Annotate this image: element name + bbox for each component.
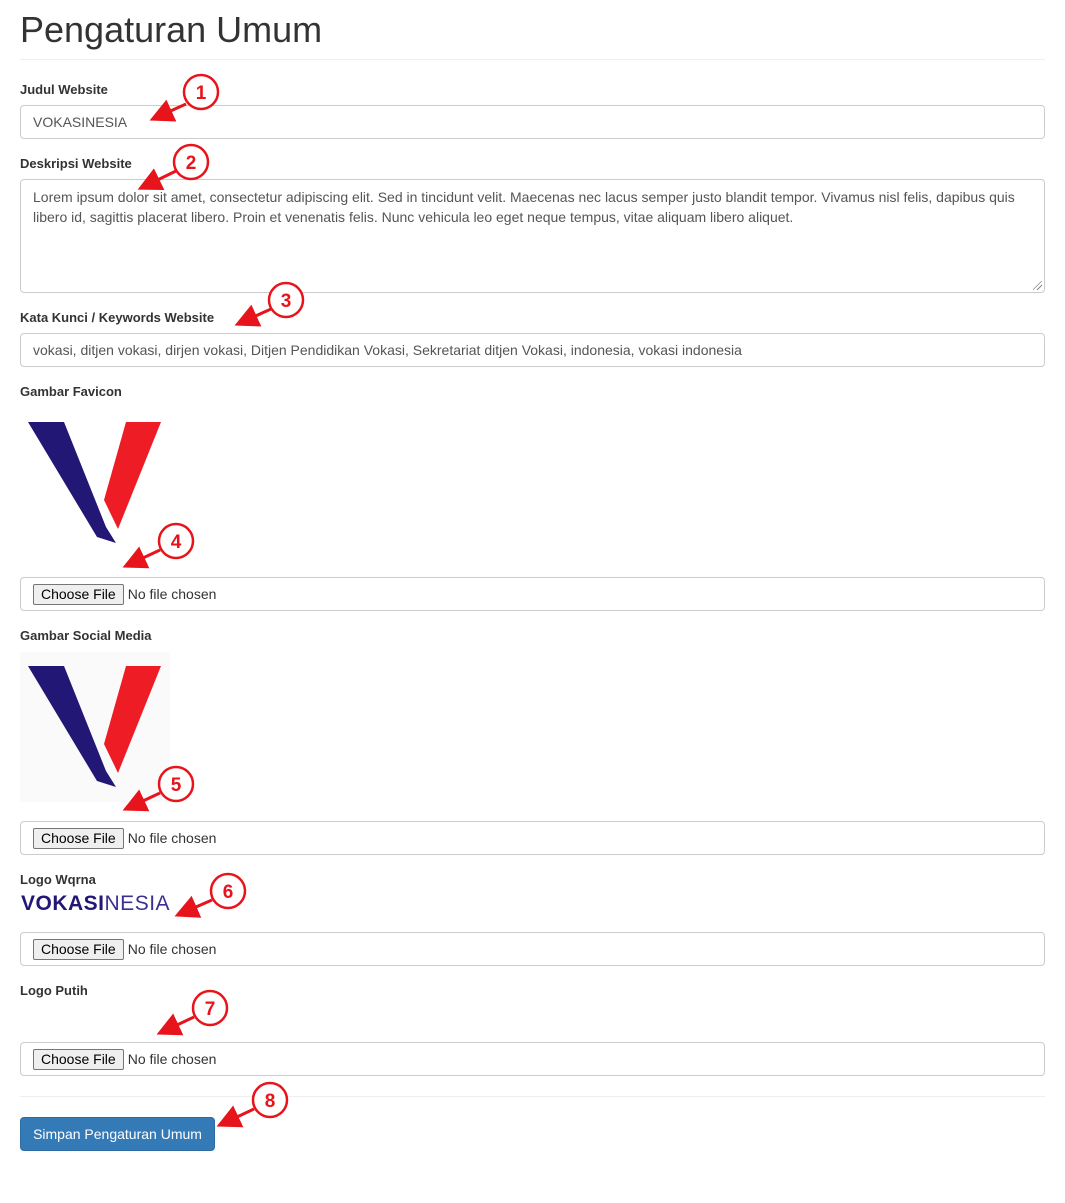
deskripsi-website-text: Lorem ipsum dolor sit amet, consectetur … <box>33 189 1015 225</box>
deskripsi-website-textarea[interactable]: Lorem ipsum dolor sit amet, consectetur … <box>20 179 1045 293</box>
deskripsi-website-label: Deskripsi Website <box>20 156 132 171</box>
judul-website-label: Judul Website <box>20 82 108 97</box>
vokasinesia-wordmark: VOKASINESIA <box>21 892 170 916</box>
vokasi-v-logo-icon <box>28 422 161 543</box>
social-media-choose-file-button[interactable]: Choose File <box>33 827 124 849</box>
logo-putih-file-input[interactable]: Choose File No file chosen <box>20 1042 1045 1076</box>
save-settings-button[interactable]: Simpan Pengaturan Umum <box>20 1117 215 1151</box>
general-settings-page: Pengaturan Umum Judul Website VOKASINESI… <box>20 0 1045 1203</box>
social-media-file-status: No file chosen <box>127 830 217 846</box>
footer-divider <box>20 1096 1045 1097</box>
judul-website-input[interactable]: VOKASINESIA <box>20 105 1045 139</box>
social-media-label: Gambar Social Media <box>20 628 152 643</box>
wordmark-strong: VOKASI <box>21 892 105 915</box>
logo-warna-label: Logo Wqrna <box>20 872 96 887</box>
logo-putih-choose-file-button[interactable]: Choose File <box>33 1048 124 1070</box>
logo-putih-file-status: No file chosen <box>127 1051 217 1067</box>
keywords-label: Kata Kunci / Keywords Website <box>20 310 215 325</box>
logo-warna-file-input[interactable]: Choose File No file chosen <box>20 932 1045 966</box>
favicon-label: Gambar Favicon <box>20 384 122 399</box>
social-media-file-input[interactable]: Choose File No file chosen <box>20 821 1045 855</box>
vokasi-v-logo-icon <box>28 666 161 787</box>
favicon-choose-file-button[interactable]: Choose File <box>33 583 124 605</box>
favicon-file-input[interactable]: Choose File No file chosen <box>20 577 1045 611</box>
social-media-preview <box>20 652 170 802</box>
favicon-file-status: No file chosen <box>127 586 217 602</box>
page-title: Pengaturan Umum <box>20 9 323 50</box>
keywords-input[interactable]: vokasi, ditjen vokasi, dirjen vokasi, Di… <box>20 333 1045 367</box>
favicon-preview <box>20 412 170 552</box>
logo-warna-choose-file-button[interactable]: Choose File <box>33 938 124 960</box>
title-divider <box>20 59 1045 60</box>
logo-warna-file-status: No file chosen <box>127 941 217 957</box>
logo-putih-label: Logo Putih <box>20 983 88 998</box>
wordmark-light: NESIA <box>104 892 171 915</box>
resize-grip-icon[interactable] <box>1033 281 1042 290</box>
